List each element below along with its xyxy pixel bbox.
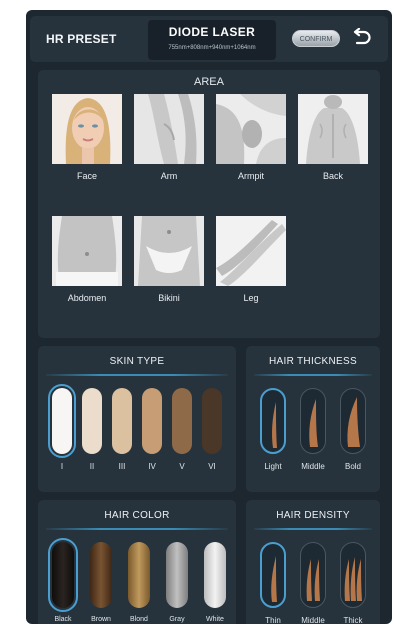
area-label-bikini: Bikini [158, 293, 180, 303]
area-label-arm: Arm [160, 171, 178, 181]
area-panel: AREA Face Arm Armpit Back Abdomen Bikini… [38, 70, 380, 338]
hair-density-panel: HAIR DENSITY Thin Middle Thick [246, 500, 380, 624]
area-label-face: Face [76, 171, 97, 181]
hair-strand-icon [309, 399, 318, 447]
area-item-arm[interactable]: Arm [134, 94, 204, 194]
hair-density-title: HAIR DENSITY [276, 510, 350, 521]
hair-color-swatch-blond[interactable] [128, 542, 150, 608]
bikini-image [134, 216, 204, 286]
hair-color-label-white: White [206, 616, 224, 623]
hair-density-option-thin[interactable] [260, 542, 286, 608]
area-item-armpit[interactable]: Armpit [216, 94, 286, 194]
hair-thickness-option-middle[interactable] [300, 388, 326, 454]
skin-type-divider [46, 374, 228, 376]
back-image [298, 94, 368, 164]
hair-strands-icon [306, 559, 320, 601]
area-item-back[interactable]: Back [298, 94, 368, 194]
hair-color-swatch-black[interactable] [48, 538, 78, 612]
hair-thickness-option-light[interactable] [260, 388, 286, 454]
hair-thickness-label-middle: Middle [301, 462, 325, 471]
face-image [52, 94, 122, 164]
hair-thickness-panel: HAIR THICKNESS Light Middle Bold [246, 346, 380, 492]
hair-strand-icon [271, 556, 277, 602]
hair-color-swatch-gray[interactable] [166, 542, 188, 608]
area-label-back: Back [322, 171, 343, 181]
hair-density-option-middle[interactable] [300, 542, 326, 608]
laser-preset-screen: HR PRESET DIODE LASER 755nm+808nm+940nm+… [26, 10, 392, 624]
hair-color-label-black: Black [54, 616, 72, 623]
hair-strand-icon [272, 402, 277, 448]
skin-type-label-5: V [179, 462, 185, 471]
skin-type-label-4: IV [148, 462, 156, 471]
hair-density-label-thick: Thick [343, 616, 363, 624]
hair-thickness-option-bold[interactable] [340, 388, 366, 454]
armpit-image [216, 94, 286, 164]
skin-type-swatch-5[interactable] [172, 388, 192, 454]
arm-image [134, 94, 204, 164]
skin-type-title: SKIN TYPE [109, 356, 165, 367]
skin-type-swatch-4[interactable] [142, 388, 162, 454]
hair-thickness-label-bold: Bold [344, 462, 361, 471]
undo-arrow-icon[interactable] [350, 28, 372, 48]
hair-color-label-gray: Gray [169, 616, 185, 623]
skin-type-label-1: I [60, 462, 64, 471]
hair-thickness-label-light: Light [264, 462, 282, 471]
skin-type-label-3: III [118, 462, 126, 471]
skin-type-label-2: II [89, 462, 95, 471]
device-title-box: DIODE LASER 755nm+808nm+940nm+1064nm [148, 20, 276, 60]
area-label-leg: Leg [243, 293, 259, 303]
area-label-armpit: Armpit [237, 171, 264, 181]
area-label-abdomen: Abdomen [67, 293, 107, 303]
hair-color-divider [46, 528, 228, 530]
area-title: AREA [194, 76, 224, 88]
skin-type-swatch-1[interactable] [48, 384, 76, 458]
hair-color-swatch-white[interactable] [204, 542, 226, 608]
hair-color-label-blond: Blond [130, 616, 148, 623]
hair-density-label-thin: Thin [265, 616, 281, 624]
hair-strands-icon [344, 557, 362, 601]
hair-thickness-title: HAIR THICKNESS [269, 356, 357, 367]
confirm-button[interactable]: CONFIRM [292, 30, 340, 47]
hair-density-option-thick[interactable] [340, 542, 366, 608]
leg-image [216, 216, 286, 286]
hair-color-label-brown: Brown [91, 616, 111, 623]
area-item-abdomen[interactable]: Abdomen [52, 216, 122, 316]
abdomen-image [52, 216, 122, 286]
wavelength-subtitle: 755nm+808nm+940nm+1064nm [168, 45, 256, 51]
hr-preset-label: HR PRESET [46, 32, 117, 46]
area-item-leg[interactable]: Leg [216, 216, 286, 316]
hair-density-divider [254, 528, 372, 530]
skin-type-swatch-6[interactable] [202, 388, 222, 454]
skin-type-label-6: VI [208, 462, 216, 471]
device-title: DIODE LASER [168, 25, 256, 39]
hair-color-panel: HAIR COLOR Black Brown Blond Gray White [38, 500, 236, 624]
area-item-face[interactable]: Face [52, 94, 122, 194]
area-item-bikini[interactable]: Bikini [134, 216, 204, 316]
skin-type-swatch-2[interactable] [82, 388, 102, 454]
hair-thickness-divider [254, 374, 372, 376]
skin-type-panel: SKIN TYPE I II III IV V VI [38, 346, 236, 492]
hair-color-title: HAIR COLOR [104, 510, 170, 521]
hair-color-swatch-brown[interactable] [90, 542, 112, 608]
hair-strand-icon [347, 397, 360, 447]
hair-density-label-middle: Middle [301, 616, 325, 624]
header-bar: HR PRESET DIODE LASER 755nm+808nm+940nm+… [30, 16, 388, 62]
skin-type-swatch-3[interactable] [112, 388, 132, 454]
